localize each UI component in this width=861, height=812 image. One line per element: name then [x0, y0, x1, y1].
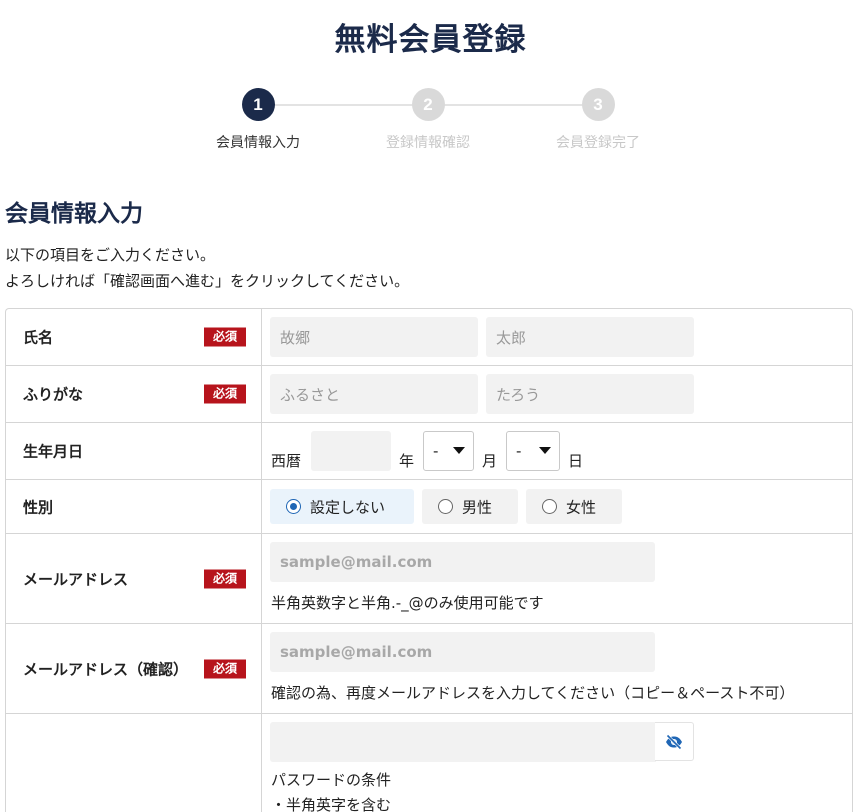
email-confirm-note: 確認の為、再度メールアドレスを入力してください（コピー＆ペースト不可）	[271, 684, 795, 702]
email-placeholder: sample@mail.com	[280, 553, 433, 571]
last-name-kana-placeholder: ふるさと	[280, 385, 341, 404]
email-confirm-placeholder: sample@mail.com	[280, 643, 433, 661]
eye-off-icon	[666, 734, 682, 750]
step-2: 2 登録情報確認	[363, 88, 493, 152]
furigana-header: ふりがな 必須	[6, 366, 262, 422]
name-label: 氏名	[23, 328, 54, 347]
email-confirm-cell: sample@mail.com 確認の為、再度メールアドレスを入力してください（…	[263, 624, 852, 713]
intro-line-2: よろしければ「確認画面へ進む」をクリックしてください。	[5, 272, 410, 290]
email-confirm-label: メールアドレス（確認）	[23, 660, 189, 678]
birth-day-value: -	[516, 442, 522, 460]
email-cell: sample@mail.com 半角英数字と半角.-_@のみ使用可能です	[263, 534, 852, 623]
gender-cell: 設定しない 男性 女性	[263, 480, 852, 533]
step-1-number: 1	[241, 88, 275, 121]
gender-option-label: 男性	[462, 498, 493, 516]
birth-year-input[interactable]	[311, 431, 391, 471]
furigana-label: ふりがな	[23, 385, 84, 404]
step-3-number: 3	[581, 88, 615, 121]
email-confirm-input[interactable]: sample@mail.com	[270, 632, 655, 672]
email-confirm-header: メールアドレス（確認） 必須	[6, 624, 262, 713]
birthdate-row: 生年月日 西暦 年 - 月 - 日	[6, 423, 852, 480]
first-name-kana-placeholder: たろう	[496, 385, 541, 404]
email-header: メールアドレス 必須	[6, 534, 262, 623]
required-badge: 必須	[204, 384, 246, 404]
step-3: 3 会員登録完了	[533, 88, 663, 152]
year-suffix: 年	[399, 452, 415, 470]
password-condition-1: ・半角英字を含む	[271, 796, 392, 812]
month-suffix: 月	[482, 452, 498, 470]
birth-day-select[interactable]: -	[506, 431, 560, 471]
name-row: 氏名 必須 故郷 太郎	[6, 309, 852, 366]
intro-text: 以下の項目をご入力ください。 よろしければ「確認画面へ進む」をクリックしてくださ…	[5, 242, 409, 294]
furigana-row: ふりがな 必須 ふるさと たろう	[6, 366, 852, 423]
required-badge: 必須	[204, 659, 246, 678]
required-badge: 必須	[204, 569, 246, 588]
gender-header: 性別	[6, 480, 262, 533]
last-name-placeholder: 故郷	[280, 328, 311, 347]
page-title: 無料会員登録	[334, 22, 527, 58]
gender-label: 性別	[23, 498, 54, 516]
password-cell: パスワードの条件 ・半角英字を含む	[263, 714, 852, 812]
gender-row: 性別 設定しない 男性 女性	[6, 480, 852, 534]
required-badge: 必須	[204, 327, 246, 347]
intro-line-1: 以下の項目をご入力ください。	[5, 246, 216, 264]
email-note: 半角英数字と半角.-_@のみ使用可能です	[271, 594, 544, 612]
step-3-label: 会員登録完了	[556, 135, 640, 151]
birthdate-header: 生年月日	[6, 423, 262, 479]
furigana-cell: ふるさと たろう	[263, 366, 852, 422]
gender-option-female[interactable]: 女性	[526, 489, 622, 524]
registration-form: 氏名 必須 故郷 太郎 ふりがな 必須 ふるさと たろう 生年月日 西暦 年 -…	[5, 308, 853, 812]
first-name-input[interactable]: 太郎	[486, 317, 694, 357]
name-cell: 故郷 太郎	[263, 309, 852, 365]
step-1-label: 会員情報入力	[216, 135, 300, 151]
day-suffix: 日	[568, 452, 584, 470]
chevron-down-icon	[453, 447, 465, 454]
gender-option-male[interactable]: 男性	[422, 489, 518, 524]
step-1: 1 会員情報入力	[193, 88, 323, 152]
birthdate-label: 生年月日	[23, 442, 84, 461]
step-2-label: 登録情報確認	[386, 135, 470, 151]
radio-icon	[542, 499, 557, 514]
password-row: パスワードの条件 ・半角英字を含む	[6, 714, 852, 812]
chevron-down-icon	[539, 447, 551, 454]
gender-option-label: 設定しない	[310, 498, 386, 516]
section-title: 会員情報入力	[5, 201, 143, 227]
first-name-placeholder: 太郎	[496, 328, 527, 347]
email-label: メールアドレス	[23, 570, 129, 588]
password-header	[6, 714, 262, 812]
last-name-kana-input[interactable]: ふるさと	[270, 374, 478, 414]
gender-option-unspecified[interactable]: 設定しない	[270, 489, 414, 524]
name-header: 氏名 必須	[6, 309, 262, 365]
email-confirm-row: メールアドレス（確認） 必須 sample@mail.com 確認の為、再度メー…	[6, 624, 852, 714]
email-input[interactable]: sample@mail.com	[270, 542, 655, 582]
password-visibility-toggle[interactable]	[655, 722, 694, 761]
era-prefix: 西暦	[271, 452, 302, 470]
email-row: メールアドレス 必須 sample@mail.com 半角英数字と半角.-_@の…	[6, 534, 852, 624]
birth-month-select[interactable]: -	[423, 431, 474, 471]
radio-icon	[438, 499, 453, 514]
step-2-number: 2	[411, 88, 445, 121]
first-name-kana-input[interactable]: たろう	[486, 374, 694, 414]
radio-selected-icon	[286, 499, 301, 514]
gender-option-label: 女性	[566, 498, 597, 516]
password-input[interactable]	[270, 722, 656, 762]
password-conditions-title: パスワードの条件	[271, 771, 392, 789]
birthdate-cell: 西暦 年 - 月 - 日	[263, 423, 852, 479]
last-name-input[interactable]: 故郷	[270, 317, 478, 357]
birth-month-value: -	[433, 442, 439, 460]
progress-stepper: 1 会員情報入力 2 登録情報確認 3 会員登録完了	[0, 88, 861, 158]
